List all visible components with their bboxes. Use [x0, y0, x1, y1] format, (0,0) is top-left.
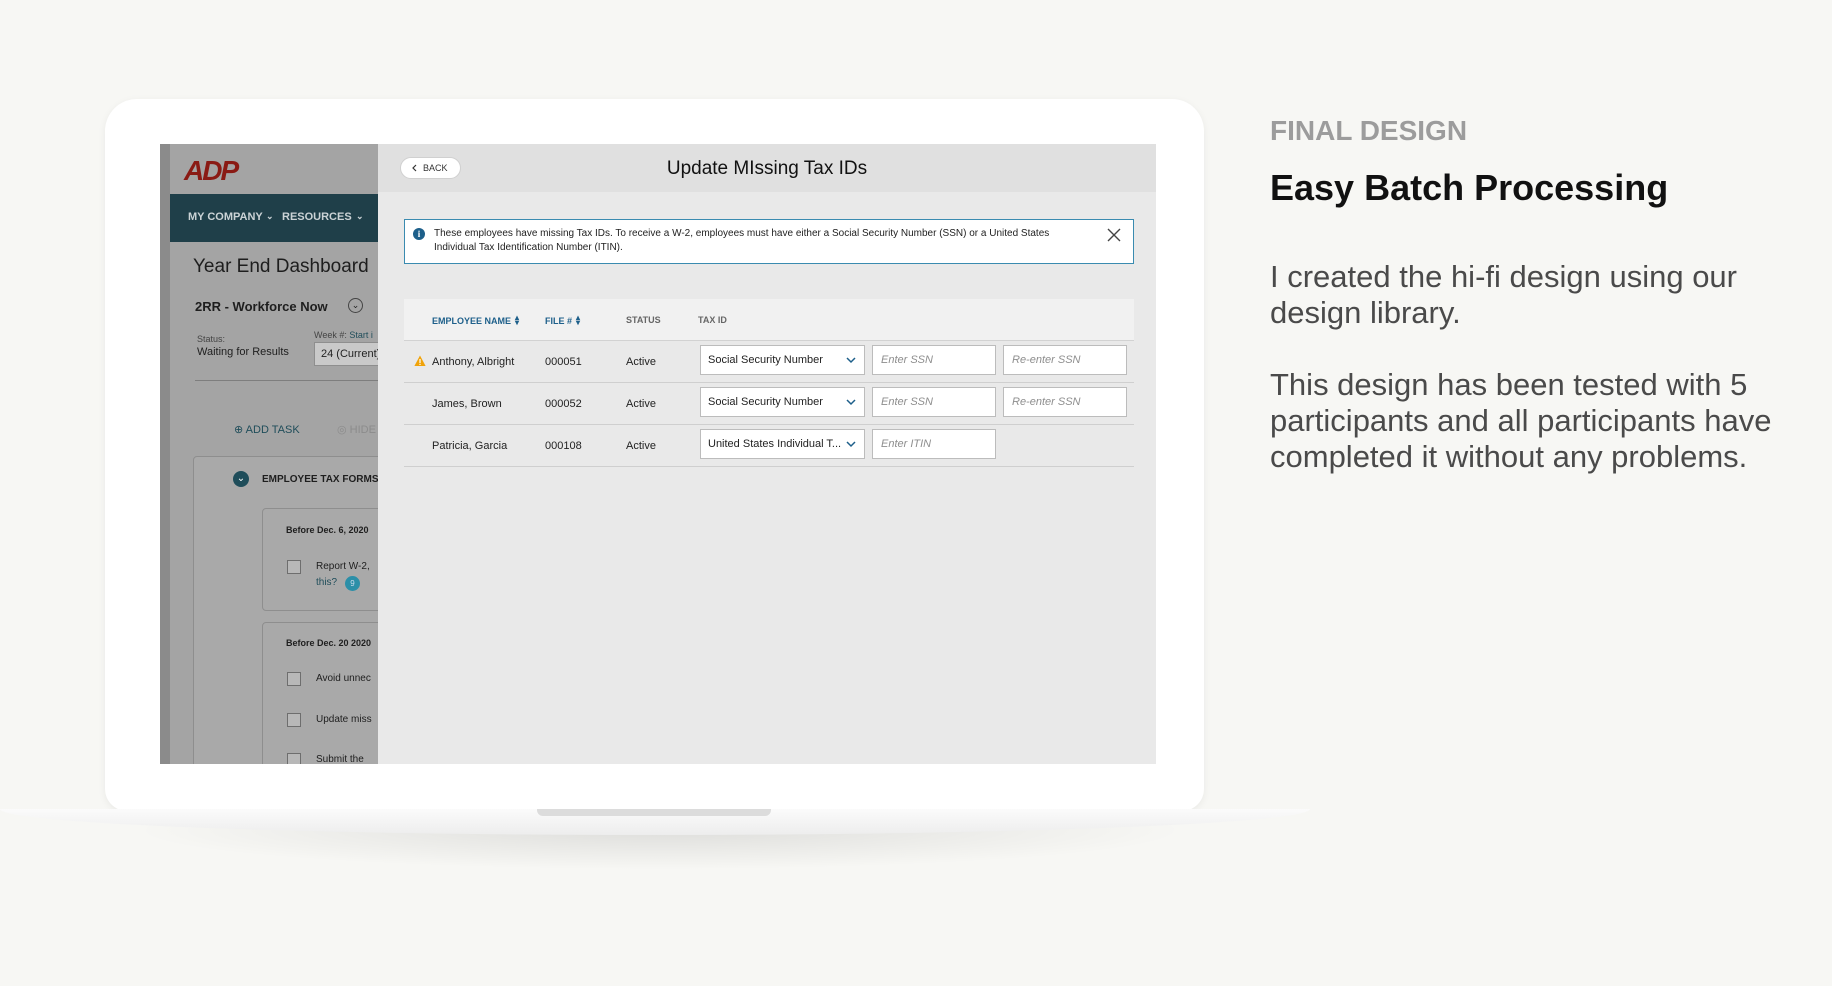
section-eyebrow: FINAL DESIGN — [1270, 115, 1468, 146]
file-number: 000051 — [545, 356, 582, 368]
employee-name: Patricia, Garcia — [432, 440, 508, 452]
chevron-down-icon: ⌄ — [266, 211, 274, 221]
add-task-label: ADD TASK — [245, 424, 300, 436]
employees-table: EMPLOYEE NAME ▴ ▾ FILE # ▴ ▾ STATUS TAX ID A… — [404, 299, 1134, 467]
group-date: Before Dec. 6, 2020 — [286, 525, 369, 535]
week-label: Week #: Start i — [314, 330, 373, 340]
task-checkbox[interactable] — [287, 560, 301, 574]
status-label: Status: — [197, 334, 226, 344]
column-tax-id: TAX ID — [698, 315, 727, 325]
task-label: Report W-2, — [316, 561, 370, 572]
close-icon[interactable] — [1105, 226, 1123, 244]
tax-id-type-value: Social Security Number — [708, 354, 823, 366]
dashboard-title: Year End Dashboard — [193, 256, 369, 277]
chevron-down-icon: ⌄ — [356, 211, 364, 221]
hide-button[interactable]: ◎ HIDE — [337, 423, 376, 436]
table-row: James, Brown 000052 Active Social Securi… — [404, 383, 1134, 425]
table-header: EMPLOYEE NAME ▴ ▾ FILE # ▴ ▾ STATUS TAX ID — [404, 299, 1134, 341]
nav-resources[interactable]: RESOURCES — [282, 211, 352, 223]
modal-header: BACK Update MIssing Tax IDs — [378, 144, 1156, 192]
company-dropdown-icon[interactable]: ⌄ — [348, 298, 363, 313]
section-title: EMPLOYEE TAX FORMS — [262, 474, 379, 485]
week-link[interactable]: Start i — [349, 330, 373, 340]
modal-title: Update MIssing Tax IDs — [666, 158, 868, 179]
sort-icon: ▴ ▾ — [515, 313, 520, 327]
chevron-down-icon — [846, 357, 856, 364]
nav-my-company[interactable]: MY COMPANY — [188, 211, 263, 223]
background-app: ADP MY COMPANY ⌄ RESOURCES ⌄ Year End Da… — [160, 144, 393, 764]
tax-id-type-select[interactable]: United States Individual T... — [700, 429, 865, 459]
task-checkbox[interactable] — [287, 672, 301, 686]
company-name: 2RR - Workforce Now — [195, 299, 328, 314]
divider — [195, 380, 378, 381]
chevron-down-icon — [846, 399, 856, 406]
employee-name: James, Brown — [432, 398, 502, 410]
file-number: 000108 — [545, 440, 582, 452]
group-date: Before Dec. 20 2020 — [286, 638, 372, 648]
info-text: These employees have missing Tax IDs. To… — [434, 228, 1050, 253]
column-employee-name[interactable]: EMPLOYEE NAME ▴ ▾ — [432, 313, 520, 327]
ssn-confirm-input[interactable] — [1003, 387, 1127, 417]
ssn-confirm-input[interactable] — [1003, 345, 1127, 375]
table-row: Anthony, Albright 000051 Active Social S… — [404, 341, 1134, 383]
top-nav: MY COMPANY ⌄ RESOURCES ⌄ — [170, 194, 378, 242]
hide-label: HIDE — [349, 424, 376, 436]
file-number: 000052 — [545, 398, 582, 410]
section-headline: Easy Batch Processing — [1270, 167, 1669, 208]
ssn-input[interactable] — [872, 387, 996, 417]
help-badge[interactable]: 9 — [345, 576, 360, 591]
status-value: Waiting for Results — [197, 346, 289, 358]
warning-icon — [414, 355, 426, 366]
column-label: EMPLOYEE NAME — [432, 316, 512, 326]
itin-input[interactable] — [872, 429, 996, 459]
laptop-screen: ADP MY COMPANY ⌄ RESOURCES ⌄ Year End Da… — [160, 144, 1156, 764]
employee-status: Active — [626, 398, 656, 410]
tax-id-type-value: Social Security Number — [708, 396, 823, 408]
week-select[interactable]: 24 (Current) — [314, 342, 384, 366]
task-label: Avoid unnec — [316, 673, 371, 684]
task-help-link[interactable]: this? — [316, 577, 337, 588]
tax-id-type-value: United States Individual T... — [708, 438, 842, 450]
chevron-down-icon — [846, 441, 856, 448]
collapse-chevron-icon[interactable]: ⌄ — [233, 471, 249, 487]
description-paragraph: This design has been tested with 5 parti… — [1270, 367, 1772, 474]
description-paragraph: I created the hi-fi design using our des… — [1270, 259, 1737, 330]
task-group — [262, 508, 392, 611]
adp-logo: ADP — [184, 155, 239, 186]
task-label: Update miss — [316, 714, 372, 725]
info-banner: i These employees have missing Tax IDs. … — [404, 219, 1134, 264]
table-row: Patricia, Garcia 000108 Active United St… — [404, 425, 1134, 467]
task-label: Submit the — [316, 754, 364, 764]
column-file-number[interactable]: FILE # ▴ ▾ — [545, 313, 581, 327]
column-label: FILE # — [545, 316, 573, 326]
laptop-notch — [537, 809, 771, 816]
column-status: STATUS — [626, 315, 661, 325]
task-checkbox[interactable] — [287, 713, 301, 727]
employee-status: Active — [626, 440, 656, 452]
ssn-input[interactable] — [872, 345, 996, 375]
sort-icon: ▴ ▾ — [576, 313, 581, 327]
add-task-button[interactable]: ⊕ ADD TASK — [234, 423, 300, 436]
tax-id-type-select[interactable]: Social Security Number — [700, 387, 865, 417]
employee-name: Anthony, Albright — [432, 356, 515, 368]
tax-id-type-select[interactable]: Social Security Number — [700, 345, 865, 375]
info-icon: i — [413, 228, 425, 240]
update-tax-ids-modal: BACK Update MIssing Tax IDs i These empl… — [378, 144, 1156, 764]
task-checkbox[interactable] — [287, 753, 301, 764]
employee-status: Active — [626, 356, 656, 368]
week-label-text: Week #: — [314, 330, 347, 340]
